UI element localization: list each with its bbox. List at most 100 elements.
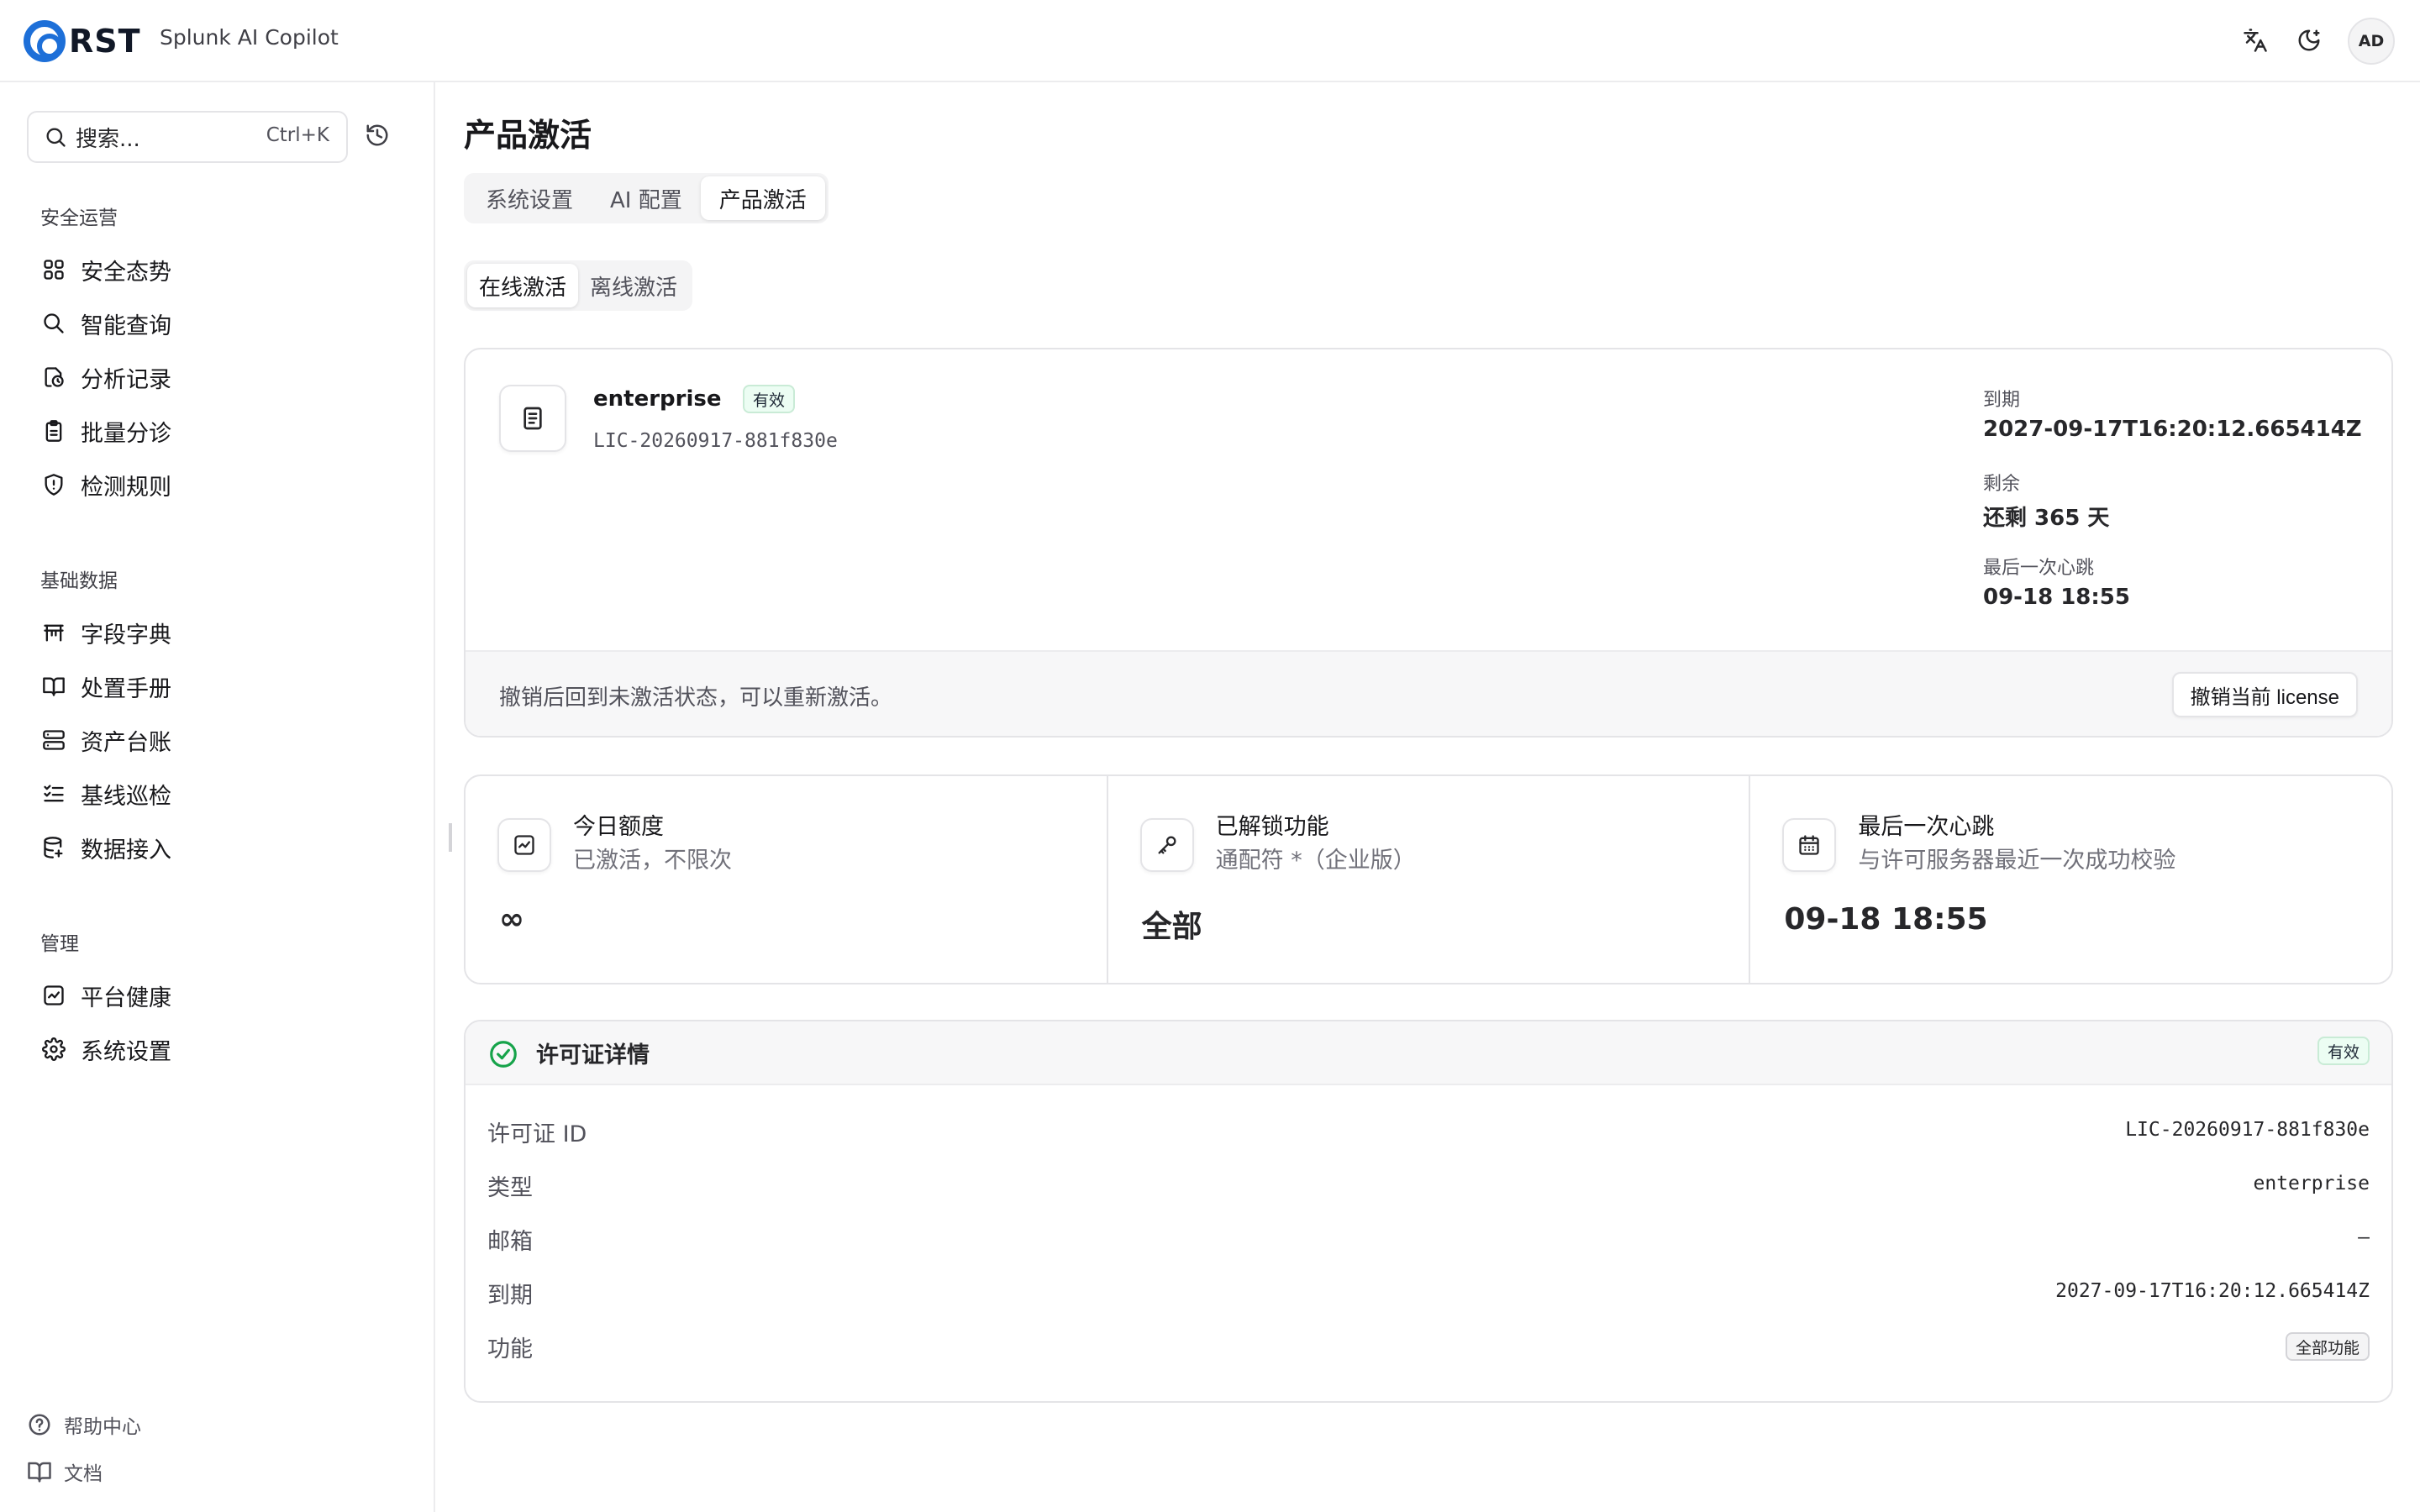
history-icon[interactable] bbox=[365, 123, 390, 148]
details-header: 许可证详情 有效 bbox=[466, 1021, 2391, 1085]
sidebar-item-system-settings[interactable]: 系统设置 bbox=[40, 1028, 410, 1070]
sidebar-item-label: 分析记录 bbox=[81, 366, 171, 393]
stat-value: 09-18 18:55 bbox=[1784, 902, 1988, 937]
sidebar: 搜索... Ctrl+K 安全运营 安全态势 智能查询 分析记录 批量分诊 检测… bbox=[0, 82, 435, 1512]
details-title: 许可证详情 bbox=[536, 1042, 650, 1068]
top-header: RST Splunk AI Copilot AD bbox=[0, 0, 2420, 82]
detail-label-license-id: 许可证 ID bbox=[487, 1121, 587, 1147]
detail-value-email: — bbox=[2358, 1226, 2370, 1248]
sidebar-item-data-ingestion[interactable]: 数据接入 bbox=[40, 827, 410, 869]
revoke-license-button[interactable]: 撤销当前 license bbox=[2171, 672, 2358, 717]
translate-icon[interactable] bbox=[2238, 24, 2272, 57]
search-icon bbox=[44, 125, 67, 149]
stat-title: 已解锁功能 bbox=[1215, 814, 1329, 840]
gear-icon bbox=[40, 1036, 67, 1063]
page-title: 产品激活 bbox=[464, 117, 592, 154]
sidebar-item-asset-ledger[interactable]: 资产台账 bbox=[40, 719, 410, 761]
avatar[interactable]: AD bbox=[2348, 18, 2395, 65]
stat-daily-quota: 今日额度 已激活，不限次 ∞ bbox=[466, 776, 1107, 983]
sidebar-item-label: 字段字典 bbox=[81, 622, 171, 648]
detail-value-features-badge: 全部功能 bbox=[2285, 1332, 2370, 1361]
check-circle-icon bbox=[487, 1038, 519, 1070]
help-icon bbox=[27, 1412, 52, 1437]
activity-icon bbox=[40, 982, 67, 1009]
activation-mode-tabs: 在线激活 离线激活 bbox=[464, 260, 693, 311]
detail-value-type: enterprise bbox=[2253, 1173, 2370, 1194]
tab-offline-activation[interactable]: 离线激活 bbox=[578, 264, 689, 307]
stat-title: 今日额度 bbox=[573, 814, 664, 840]
sidebar-item-smart-query[interactable]: 智能查询 bbox=[40, 302, 410, 344]
settings-tabs: 系统设置 AI 配置 产品激活 bbox=[464, 173, 829, 223]
docs-label: 文档 bbox=[64, 1463, 103, 1485]
revoke-hint: 撤销后回到未激活状态，可以重新激活。 bbox=[499, 685, 893, 711]
sidebar-item-label: 智能查询 bbox=[81, 312, 171, 339]
sidebar-item-batch-triage[interactable]: 批量分诊 bbox=[40, 410, 410, 452]
sidebar-item-label: 资产台账 bbox=[81, 729, 171, 756]
search-placeholder: 搜索... bbox=[76, 126, 140, 152]
remaining-value: 还剩 365 天 bbox=[1983, 506, 2110, 531]
tab-product-activation[interactable]: 产品激活 bbox=[700, 176, 825, 220]
history-record-icon bbox=[40, 364, 67, 391]
chart-icon bbox=[497, 818, 551, 872]
app-root: RST Splunk AI Copilot AD 搜索... Ctrl+K 安全… bbox=[0, 0, 2420, 1512]
license-status-badge: 有效 bbox=[743, 385, 796, 413]
logo-text: RST bbox=[69, 23, 141, 60]
help-center-link[interactable]: 帮助中心 bbox=[27, 1408, 141, 1441]
sidebar-item-platform-health[interactable]: 平台健康 bbox=[40, 974, 410, 1016]
detail-value-license-id: LIC-20260917-881f830e bbox=[2125, 1119, 2370, 1141]
detail-label-expiry: 到期 bbox=[487, 1283, 533, 1309]
database-icon bbox=[40, 834, 67, 861]
expiry-label: 到期 bbox=[1983, 390, 2021, 411]
help-center-label: 帮助中心 bbox=[64, 1416, 141, 1438]
sidebar-item-playbook[interactable]: 处置手册 bbox=[40, 665, 410, 707]
calendar-icon bbox=[1782, 818, 1837, 872]
license-card: enterprise 有效 LIC-20260917-881f830e 到期 2… bbox=[464, 348, 2393, 738]
sidebar-item-detection-rules[interactable]: 检测规则 bbox=[40, 464, 410, 506]
search-shortcut: Ctrl+K bbox=[266, 124, 329, 146]
dashboard-grid-icon bbox=[40, 256, 67, 283]
sidebar-item-label: 数据接入 bbox=[81, 837, 171, 864]
sidebar-item-analysis-records[interactable]: 分析记录 bbox=[40, 356, 410, 398]
stat-unlocked-features: 已解锁功能 通配符 *（企业版） 全部 bbox=[1106, 776, 1749, 983]
details-status-badge: 有效 bbox=[2317, 1037, 2370, 1065]
tab-online-activation[interactable]: 在线激活 bbox=[467, 264, 579, 307]
section-label-security-ops: 安全运营 bbox=[40, 207, 118, 229]
stat-subtitle: 已激活，不限次 bbox=[573, 848, 732, 874]
heartbeat-label: 最后一次心跳 bbox=[1983, 558, 2095, 579]
sidebar-item-label: 处置手册 bbox=[81, 675, 171, 702]
section-label-management: 管理 bbox=[40, 933, 79, 955]
license-details-card: 许可证详情 有效 许可证 ID LIC-20260917-881f830e 类型… bbox=[464, 1020, 2393, 1403]
stat-title: 最后一次心跳 bbox=[1858, 814, 1995, 840]
search-input[interactable]: 搜索... Ctrl+K bbox=[27, 111, 348, 163]
license-id: LIC-20260917-881f830e bbox=[593, 430, 838, 452]
theme-toggle-icon[interactable] bbox=[2292, 24, 2326, 57]
detail-label-email: 邮箱 bbox=[487, 1229, 533, 1255]
sidebar-item-security-posture[interactable]: 安全态势 bbox=[40, 249, 410, 291]
license-type: enterprise bbox=[593, 386, 722, 412]
sidebar-item-label: 安全态势 bbox=[81, 259, 171, 286]
expiry-value: 2027-09-17T16:20:12.665414Z bbox=[1983, 417, 2362, 442]
sidebar-item-label: 系统设置 bbox=[81, 1038, 171, 1065]
clipboard-icon bbox=[40, 417, 67, 444]
section-label-base-data: 基础数据 bbox=[40, 570, 118, 592]
sidebar-item-baseline-inspection[interactable]: 基线巡检 bbox=[40, 773, 410, 815]
shield-alert-icon bbox=[40, 471, 67, 498]
main-content: 产品激活 系统设置 AI 配置 产品激活 在线激活 离线激活 enterpris… bbox=[437, 82, 2420, 1512]
tab-system-settings[interactable]: 系统设置 bbox=[467, 176, 592, 220]
docs-link[interactable]: 文档 bbox=[27, 1455, 103, 1488]
stat-subtitle: 通配符 *（企业版） bbox=[1215, 848, 1416, 874]
stats-card: 今日额度 已激活，不限次 ∞ 已解锁功能 通配符 *（企业版） 全部 最后一次心… bbox=[464, 774, 2393, 984]
book-icon bbox=[40, 673, 67, 700]
stat-value: ∞ bbox=[499, 902, 524, 937]
logo[interactable]: RST bbox=[24, 20, 141, 62]
key-icon bbox=[1139, 818, 1194, 872]
tab-ai-config[interactable]: AI 配置 bbox=[592, 176, 701, 220]
sidebar-item-label: 基线巡检 bbox=[81, 783, 171, 810]
remaining-label: 剩余 bbox=[1983, 474, 2021, 495]
detail-label-type: 类型 bbox=[487, 1175, 533, 1201]
detail-label-features: 功能 bbox=[487, 1336, 533, 1362]
heartbeat-value: 09-18 18:55 bbox=[1983, 585, 2130, 610]
sidebar-item-label: 平台健康 bbox=[81, 984, 171, 1011]
sidebar-item-field-dictionary[interactable]: 字段字典 bbox=[40, 612, 410, 654]
sidebar-item-label: 批量分诊 bbox=[81, 420, 171, 447]
